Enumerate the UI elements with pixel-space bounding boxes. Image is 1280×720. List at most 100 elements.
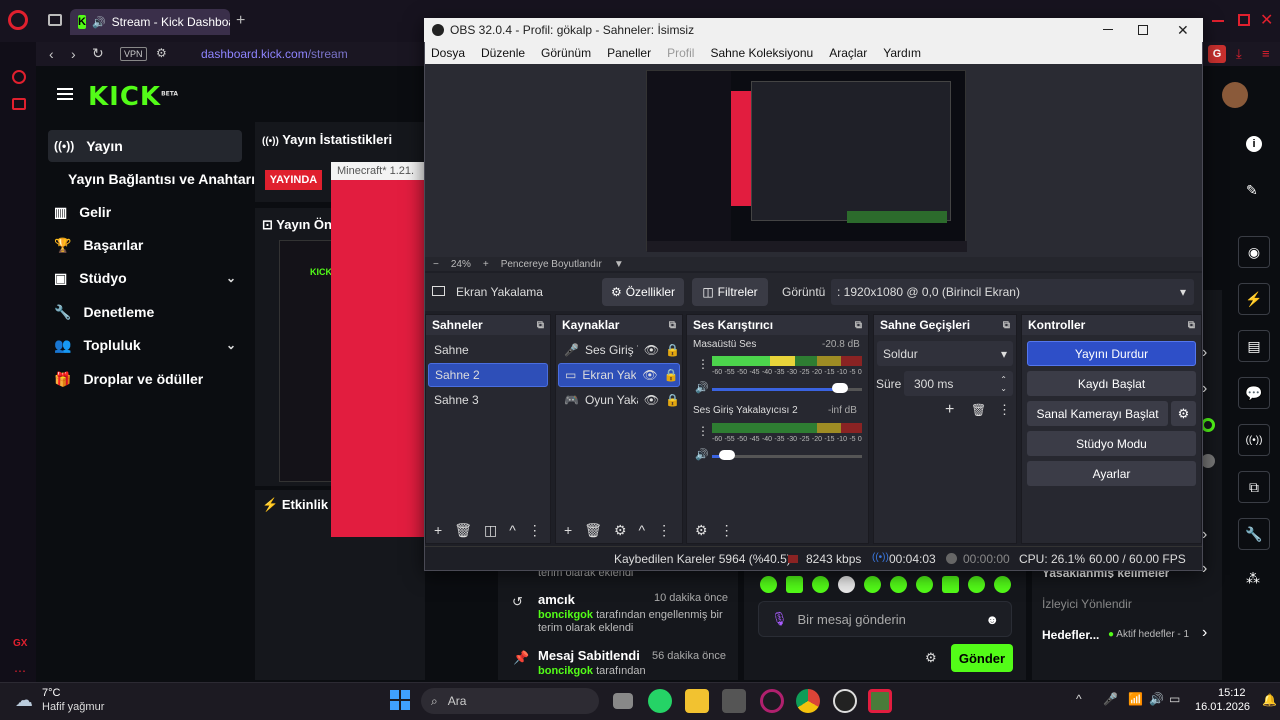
- sidebar-item-achievements[interactable]: 🏆 Başarılar: [48, 229, 242, 261]
- layout-icon[interactable]: ⧉: [1238, 471, 1270, 503]
- whatsapp-icon[interactable]: [648, 689, 672, 713]
- weather-cloud-icon[interactable]: ☁: [15, 690, 33, 711]
- chevron-right-icon[interactable]: ›: [1202, 624, 1207, 642]
- source-item[interactable]: 🎤 Ses Giriş Y 👁 🔒: [558, 338, 680, 362]
- menu-file[interactable]: Dosya: [431, 46, 465, 60]
- nodes-icon[interactable]: ⁂: [1246, 570, 1260, 587]
- profile-avatar[interactable]: G: [1208, 45, 1226, 63]
- gx-label[interactable]: GX: [13, 638, 27, 649]
- chat-bubble-icon[interactable]: 💬: [1238, 377, 1270, 409]
- tray-mic-icon[interactable]: 🎤: [1103, 692, 1118, 706]
- add-icon[interactable]: +: [564, 522, 572, 538]
- pin-icon[interactable]: 📌: [513, 650, 529, 666]
- menu-icon[interactable]: ≡: [1262, 46, 1270, 61]
- document-icon[interactable]: ▤: [1238, 330, 1270, 362]
- sidebar-item-community[interactable]: 👥 Topluluk ⌄: [48, 329, 242, 361]
- viewer-redirect-item[interactable]: İzleyici Yönlendir: [1042, 597, 1132, 611]
- new-tab-button[interactable]: +: [236, 12, 245, 30]
- download-icon[interactable]: ⤓: [1236, 46, 1242, 62]
- fit-window-button[interactable]: Pencereye Boyutlandır: [501, 259, 602, 270]
- display-select[interactable]: : 1920x1080 @ 0,0 (Birincil Ekran) ▾: [831, 279, 1194, 305]
- minecraft-window-title[interactable]: Minecraft* 1.21.: [331, 162, 435, 180]
- source-item[interactable]: 🎮 Oyun Yaka 👁 🔒: [558, 388, 680, 412]
- vpn-badge[interactable]: VPN: [120, 47, 147, 61]
- remove-transition-icon[interactable]: 🗑: [971, 403, 986, 417]
- hamburger-icon[interactable]: [57, 88, 73, 100]
- emote-icon[interactable]: [864, 576, 881, 593]
- speaker-icon[interactable]: 🔊: [695, 448, 709, 461]
- clock-time[interactable]: 15:12: [1218, 687, 1246, 699]
- duration-spinbox[interactable]: 300 ms ⌃ ⌄: [904, 371, 1013, 396]
- calculator-icon[interactable]: [722, 689, 746, 713]
- start-virtual-camera-button[interactable]: Sanal Kamerayı Başlat: [1027, 401, 1168, 426]
- trash-icon[interactable]: 🗑: [584, 522, 602, 539]
- browser-tab-kick[interactable]: K 🔊 Stream - Kick Dashboa: [70, 9, 230, 35]
- ai-icon[interactable]: [12, 98, 26, 110]
- close-browser-button[interactable]: ✕: [1260, 10, 1273, 30]
- sidebar-item-stream-key[interactable]: Yayın Bağlantısı ve Anahtarı: [62, 163, 262, 195]
- user-avatar[interactable]: [1222, 82, 1248, 108]
- minecraft-window[interactable]: [331, 162, 435, 537]
- obs-maximize-button[interactable]: [1138, 25, 1148, 35]
- settings-button[interactable]: Ayarlar: [1027, 461, 1196, 486]
- sidebar-item-drops[interactable]: 🎁 Droplar ve ödüller: [48, 363, 242, 395]
- mic-icon[interactable]: 🎙: [771, 611, 788, 627]
- scene-item-selected[interactable]: Sahne 2: [428, 363, 548, 387]
- menu-scene-collection[interactable]: Sahne Koleksiyonu: [710, 46, 813, 60]
- float-icon[interactable]: ⧉: [855, 320, 862, 331]
- studio-mode-button[interactable]: Stüdyo Modu: [1027, 431, 1196, 456]
- wrench-rail-icon[interactable]: 🔧: [1238, 518, 1270, 550]
- volume-slider-handle[interactable]: [832, 383, 848, 393]
- channel-menu-icon[interactable]: ⋮: [697, 424, 709, 438]
- info-icon[interactable]: i: [1246, 136, 1262, 152]
- minimize-browser-button[interactable]: [1212, 20, 1224, 22]
- float-icon[interactable]: ⧉: [1003, 320, 1010, 331]
- volume-tray-icon[interactable]: 🔊: [1149, 692, 1164, 706]
- filter-icon[interactable]: ◫: [484, 522, 497, 539]
- volume-slider-handle[interactable]: [719, 450, 735, 460]
- menu-profile[interactable]: Profil: [667, 46, 694, 60]
- float-icon[interactable]: ⧉: [669, 320, 676, 331]
- toggle-green-icon[interactable]: [1201, 418, 1215, 432]
- chat-user[interactable]: boncikgok: [538, 665, 593, 677]
- clock-date[interactable]: 16.01.2026: [1195, 701, 1250, 713]
- lightning-icon[interactable]: ⚡: [1238, 283, 1270, 315]
- notification-bell-icon[interactable]: 🔔: [1262, 693, 1277, 707]
- edit-icon[interactable]: ✎: [1246, 182, 1258, 199]
- weather-temperature[interactable]: 7°C: [42, 687, 60, 699]
- spin-arrows-icon[interactable]: ⌃ ⌄: [1000, 375, 1007, 393]
- menu-help[interactable]: Yardım: [883, 46, 921, 60]
- unban-icon[interactable]: ↺: [512, 594, 523, 610]
- channel-menu-icon[interactable]: ⋮: [697, 357, 709, 371]
- minecraft-taskbar-icon[interactable]: [868, 689, 892, 713]
- back-icon[interactable]: ‹: [49, 46, 54, 62]
- scene-item[interactable]: Sahne: [428, 338, 548, 362]
- advanced-audio-icon[interactable]: ⚙: [695, 522, 708, 539]
- menu-tools[interactable]: Araçlar: [829, 46, 867, 60]
- gear-icon[interactable]: ⚙: [614, 522, 627, 539]
- chevron-up-icon[interactable]: ^: [509, 522, 516, 538]
- sidebar-item-moderation[interactable]: 🔧 Denetleme: [48, 296, 242, 328]
- chrome-icon[interactable]: [796, 689, 820, 713]
- url-field[interactable]: dashboard.kick.com/stream: [201, 47, 348, 61]
- add-icon[interactable]: +: [434, 522, 442, 538]
- speed-dial-icon[interactable]: [12, 70, 26, 84]
- taskbar-search[interactable]: ⌕ Ara: [421, 688, 599, 714]
- float-icon[interactable]: ⧉: [537, 320, 544, 331]
- start-recording-button[interactable]: Kaydı Başlat: [1027, 371, 1196, 396]
- chat-user[interactable]: boncikgok: [538, 609, 593, 621]
- reload-icon[interactable]: ↻: [92, 45, 104, 62]
- emote-icon[interactable]: [890, 576, 907, 593]
- site-settings-icon[interactable]: ⚙: [156, 46, 167, 60]
- trash-icon[interactable]: 🗑: [454, 522, 472, 539]
- obs-preview-canvas[interactable]: [646, 70, 967, 252]
- maximize-browser-button[interactable]: [1238, 14, 1250, 26]
- chat-message-input[interactable]: 🎙 Bir mesaj gönderin ☻: [758, 601, 1012, 637]
- tab-manager-icon[interactable]: [48, 14, 62, 26]
- sidebar-item-stream[interactable]: ((•)) Yayın: [48, 130, 242, 162]
- emote-icon[interactable]: [994, 576, 1011, 593]
- wifi-icon[interactable]: 📶: [1128, 692, 1143, 706]
- source-item-selected[interactable]: ▭ Ekran Yak 👁 🔒: [558, 363, 680, 387]
- emote-icon[interactable]: [838, 576, 855, 593]
- chat-settings-icon[interactable]: ⚙: [925, 650, 937, 666]
